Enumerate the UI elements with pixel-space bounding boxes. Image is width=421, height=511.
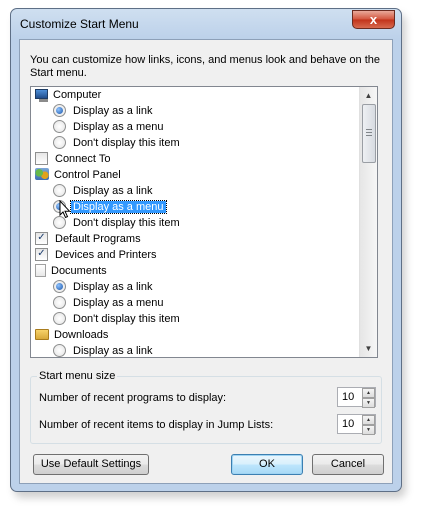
start-menu-size-group: Start menu size Number of recent program…	[30, 370, 382, 444]
list-section-header[interactable]: Downloads	[35, 327, 110, 343]
cancel-button[interactable]: Cancel	[312, 454, 384, 475]
spin-down-arrow-icon[interactable]: ▼	[362, 425, 375, 435]
list-section-header[interactable]: Computer	[35, 87, 103, 103]
list-item-label: Documents	[51, 265, 107, 277]
list-radio-item[interactable]: Don't display this item	[53, 215, 182, 231]
list-radio-item[interactable]: Don't display this item	[53, 135, 182, 151]
scroll-thumb[interactable]	[362, 104, 376, 163]
recent-programs-stepper[interactable]: 10 ▲ ▼	[337, 387, 376, 408]
radio-unselected[interactable]	[53, 119, 66, 133]
vertical-scrollbar[interactable]: ▲ ▼	[359, 87, 377, 357]
close-icon: x	[369, 12, 378, 27]
radio-unselected[interactable]	[53, 135, 66, 149]
list-item-label: Display as a link	[73, 185, 153, 197]
list-item-label: Devices and Printers	[55, 249, 157, 261]
list-radio-item[interactable]: Display as a link	[53, 279, 154, 295]
spin-up-arrow-icon[interactable]: ▲	[362, 415, 375, 425]
list-radio-item[interactable]: Don't display this item	[53, 311, 182, 327]
list-checkbox-item[interactable]: Connect To	[35, 151, 112, 167]
scroll-down-arrow-icon[interactable]: ▼	[360, 340, 377, 357]
spin-up-arrow-icon[interactable]: ▲	[362, 388, 375, 398]
list-radio-item[interactable]: Display as a link	[53, 343, 154, 357]
downloads-folder-icon	[35, 328, 49, 340]
jump-list-label: Number of recent items to display in Jum…	[39, 419, 274, 431]
close-button[interactable]: x	[352, 10, 395, 29]
list-item-label: Connect To	[55, 153, 111, 165]
recent-programs-value[interactable]: 10	[342, 391, 354, 403]
recent-programs-label: Number of recent programs to display:	[39, 392, 227, 404]
list-radio-item[interactable]: Display as a menu	[53, 119, 166, 135]
list-radio-item[interactable]: Display as a link	[53, 103, 154, 119]
jump-list-stepper[interactable]: 10 ▲ ▼	[337, 414, 376, 435]
list-checkbox-item[interactable]: ✓ Devices and Printers	[35, 247, 159, 263]
grip-line	[366, 132, 372, 133]
radio-selected[interactable]	[53, 103, 66, 117]
list-checkbox-item[interactable]: ✓ Default Programs	[35, 231, 143, 247]
spin-down-arrow-icon[interactable]: ▼	[362, 398, 375, 408]
use-default-settings-button[interactable]: Use Default Settings	[33, 454, 149, 475]
list-item-label: Don't display this item	[73, 313, 180, 325]
list-item-label: Display as a menu	[70, 200, 167, 214]
grip-line	[366, 129, 372, 130]
list-item-label: Don't display this item	[73, 217, 180, 229]
list-item-label: Display as a link	[73, 345, 153, 357]
computer-icon	[35, 89, 48, 100]
list-item-label: Control Panel	[54, 169, 121, 181]
dialog-client: You can customize how links, icons, and …	[19, 39, 393, 484]
intro-text: You can customize how links, icons, and …	[30, 54, 380, 79]
radio-unselected[interactable]	[53, 311, 66, 325]
radio-unselected[interactable]	[53, 295, 66, 309]
control-panel-icon	[35, 168, 49, 181]
list-radio-item[interactable]: Display as a link	[53, 183, 154, 199]
list-item-label: Downloads	[54, 329, 109, 341]
grip-line	[366, 135, 372, 136]
list-item-label: Computer	[53, 89, 102, 101]
list-item-label: Display as a menu	[73, 121, 164, 133]
dialog-window: Customize Start Menu x You can customize…	[10, 8, 402, 492]
list-section-header[interactable]: Control Panel	[35, 167, 123, 183]
documents-icon	[35, 263, 46, 277]
group-title: Start menu size	[37, 370, 118, 382]
jump-list-value[interactable]: 10	[342, 418, 354, 430]
checkbox-checked[interactable]: ✓	[35, 247, 48, 261]
start-menu-items-list[interactable]: Computer Display as a link Display as a me…	[30, 86, 378, 358]
radio-unselected[interactable]	[53, 183, 66, 197]
radio-unselected[interactable]	[53, 343, 66, 357]
list-radio-item[interactable]: Display as a menu	[53, 295, 166, 311]
list-section-header[interactable]: Documents	[35, 263, 109, 279]
checkbox-unchecked[interactable]	[35, 151, 48, 165]
window-title: Customize Start Menu	[20, 17, 139, 31]
list-item-label: Display as a menu	[73, 297, 164, 309]
checkbox-checked[interactable]: ✓	[35, 231, 48, 245]
ok-button[interactable]: OK	[231, 454, 303, 475]
list-item-label: Display as a link	[73, 281, 153, 293]
radio-selected[interactable]	[53, 279, 66, 293]
scroll-up-arrow-icon[interactable]: ▲	[360, 87, 377, 104]
list-item-label: Display as a link	[73, 105, 153, 117]
mouse-cursor-icon	[59, 200, 71, 219]
list-item-label: Default Programs	[55, 233, 141, 245]
list-item-label: Don't display this item	[73, 137, 180, 149]
